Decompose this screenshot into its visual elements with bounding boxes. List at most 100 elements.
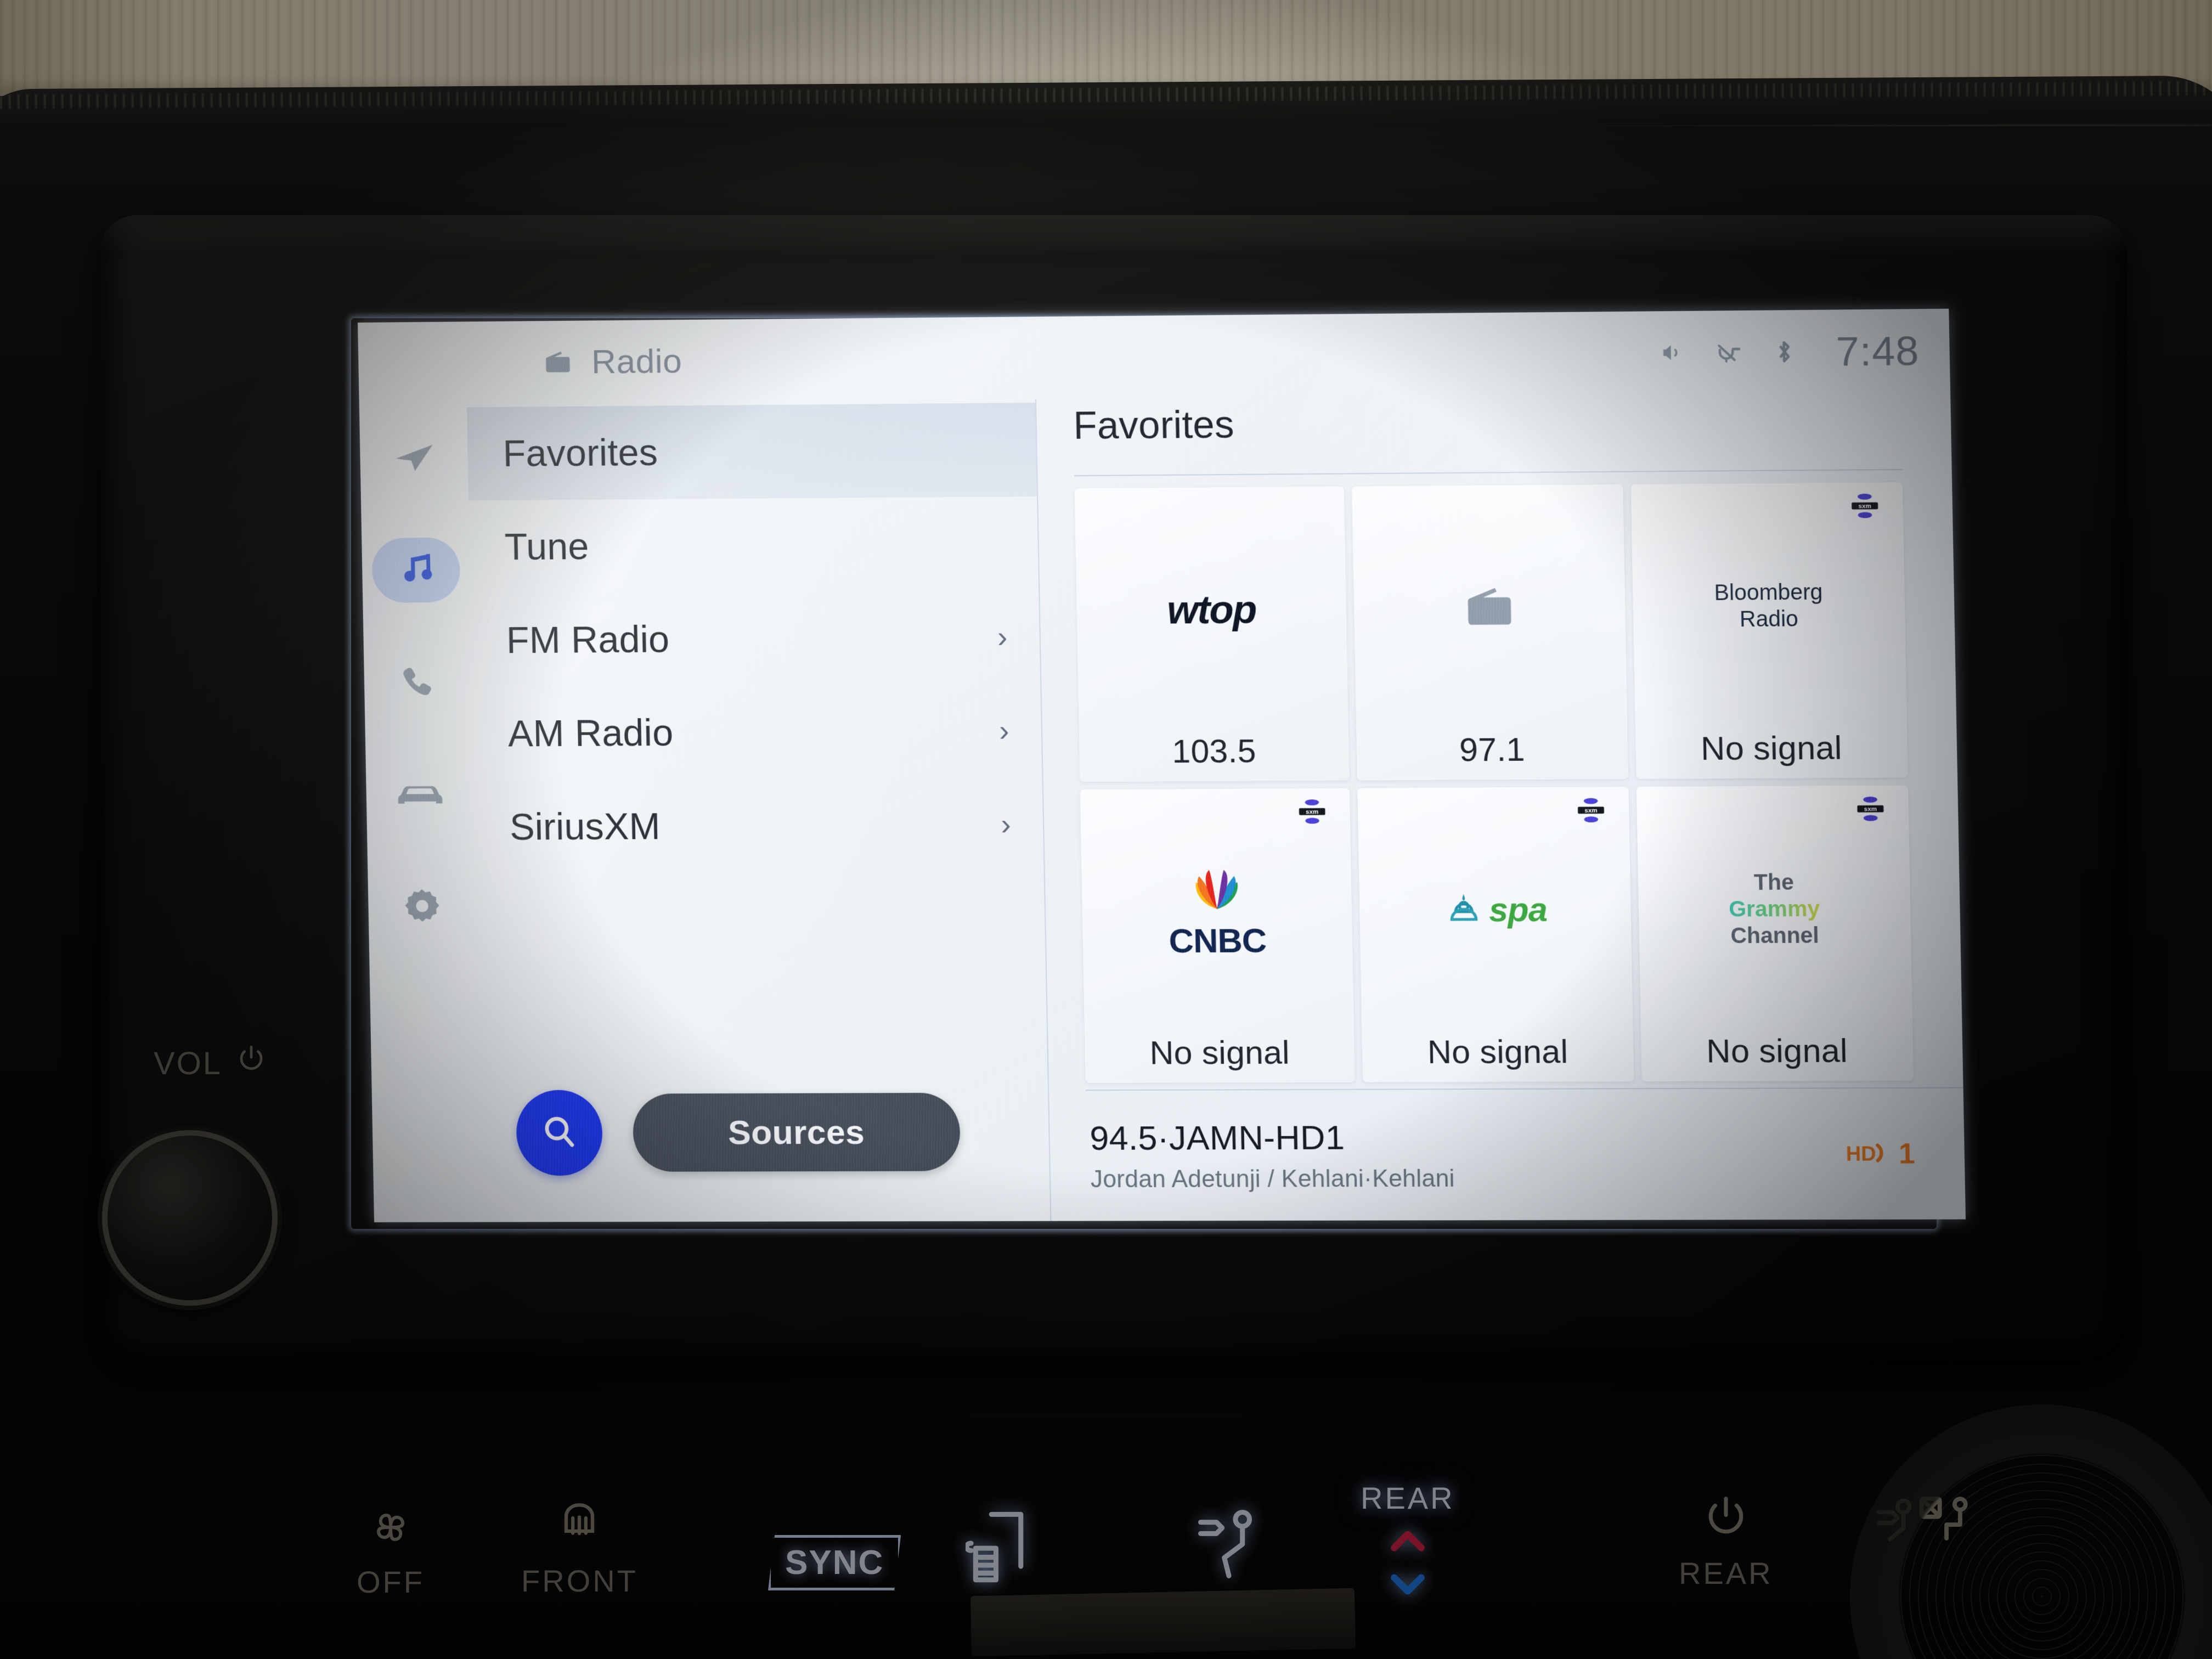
chevron-right-icon: › — [998, 714, 1009, 748]
menu-item-label: Tune — [504, 525, 590, 568]
fan-off-button[interactable]: OFF — [357, 1503, 425, 1600]
menu-item-tune[interactable]: Tune — [469, 496, 1039, 594]
sidebar-item-vehicle[interactable] — [372, 750, 468, 838]
seat-recline-button[interactable] — [1196, 1508, 1262, 1587]
volume-knob[interactable] — [108, 1136, 272, 1300]
svg-text:HD: HD — [1846, 1141, 1876, 1165]
screen-bezel-highlight — [100, 215, 2127, 253]
station-logo — [1352, 484, 1627, 731]
svg-text:sxm: sxm — [1584, 808, 1598, 814]
front-defrost-icon — [553, 1498, 606, 1553]
sources-button-label: Sources — [727, 1113, 865, 1152]
chevron-right-icon: › — [1000, 808, 1012, 842]
hvac-trim-slot — [970, 1588, 1356, 1657]
menu-item-label: FM Radio — [506, 618, 670, 662]
airflow-seat-icon — [964, 1508, 1067, 1587]
sidebar-item-settings[interactable] — [374, 862, 470, 950]
seat-recline-icon — [1196, 1508, 1262, 1587]
sidebar-item-media[interactable] — [368, 526, 464, 614]
station-caption: No signal — [1706, 1032, 1848, 1070]
search-icon — [538, 1110, 582, 1155]
menu-item-favorites[interactable]: Favorites — [466, 403, 1037, 501]
now-playing-subtitle: Jordan Adetunji / Kehlani·Kehlani — [1090, 1164, 1455, 1193]
station-caption: 103.5 — [1171, 732, 1257, 770]
menu-item-label: AM Radio — [507, 712, 674, 755]
source-title: Radio — [591, 342, 682, 381]
svg-text:sxm: sxm — [1864, 806, 1877, 812]
now-playing-bar[interactable]: 94.5·JAMN-HD1 Jordan Adetunji / Kehlani·… — [1085, 1087, 1966, 1221]
spa-ripple-icon — [1443, 893, 1485, 931]
sync-button[interactable]: SYNC — [768, 1535, 901, 1590]
infotainment-touchscreen[interactable]: Radio 7:48 Favorites Tune FM Radio › AM … — [358, 308, 1966, 1222]
chevron-right-icon: › — [997, 620, 1008, 654]
svg-text:sxm: sxm — [1306, 809, 1318, 815]
menu-item-label: Favorites — [502, 431, 658, 475]
cnbc-logo: CNBC — [1167, 861, 1267, 961]
rear-temp-down-icon[interactable] — [1387, 1569, 1428, 1602]
phone-icon — [396, 662, 439, 702]
sidebar-item-navigation[interactable] — [366, 414, 462, 502]
menu-item-fm-radio[interactable]: FM Radio › — [470, 590, 1040, 687]
svg-text:sxm: sxm — [1858, 503, 1871, 510]
sync-label: SYNC — [768, 1535, 901, 1590]
favorite-tile[interactable]: wtop 103.5 — [1074, 486, 1350, 782]
nbc-peacock-icon — [1195, 870, 1238, 909]
sxm-badge-icon: sxm — [1850, 492, 1880, 523]
favorites-pane: Favorites wtop 103.5 97.1 sxm Bloomberg … — [1036, 392, 1966, 1221]
favorites-grid: wtop 103.5 97.1 sxm Bloomberg Radio No s… — [1074, 470, 1963, 1090]
favorite-tile[interactable]: sxm The Grammy Channel No signal — [1636, 785, 1914, 1082]
sxm-badge-icon: sxm — [1297, 797, 1327, 829]
rear-power-label: REAR — [1679, 1556, 1773, 1590]
hd-channel-number: 1 — [1898, 1137, 1916, 1170]
spa-logo: spa — [1443, 889, 1547, 930]
rear-power-icon — [1701, 1492, 1751, 1545]
grammy-channel-logo: The Grammy Channel — [1728, 870, 1820, 948]
music-note-icon — [393, 549, 439, 592]
rear-temp-up-icon[interactable] — [1387, 1526, 1428, 1559]
front-defrost-label: FRONT — [521, 1564, 638, 1598]
cnbc-wordmark: CNBC — [1169, 922, 1267, 961]
sidebar-item-phone[interactable] — [370, 638, 466, 726]
car-icon — [394, 777, 445, 811]
radio-menu-list: Favorites Tune FM Radio › AM Radio › Sir… — [466, 399, 1047, 1064]
fan-off-label: OFF — [357, 1565, 425, 1599]
spa-wordmark: spa — [1488, 890, 1548, 929]
sources-button[interactable]: Sources — [632, 1092, 961, 1172]
favorite-tile[interactable]: 97.1 — [1352, 484, 1628, 781]
rear-power-button[interactable]: REAR — [1679, 1492, 1773, 1591]
search-button[interactable] — [515, 1090, 603, 1176]
menu-item-am-radio[interactable]: AM Radio › — [472, 684, 1042, 781]
radio-icon — [543, 346, 573, 379]
sxm-badge-icon: sxm — [1576, 795, 1606, 827]
sxm-badge-icon: sxm — [1855, 794, 1885, 826]
rear-temp-control[interactable]: REAR — [1361, 1480, 1455, 1602]
rear-temp-label: REAR — [1361, 1481, 1455, 1515]
voice-off-icon[interactable] — [1713, 336, 1743, 368]
fan-icon — [366, 1503, 415, 1554]
volume-label-text: VOL — [154, 1045, 223, 1081]
front-defrost-button[interactable]: FRONT — [521, 1498, 638, 1599]
airflow-mode-button[interactable] — [964, 1508, 1067, 1587]
bluetooth-icon[interactable] — [1769, 336, 1799, 368]
station-caption: 97.1 — [1459, 731, 1526, 769]
menu-item-siriusxm[interactable]: SiriusXM › — [473, 777, 1043, 874]
dashboard-photo: Radio 7:48 Favorites Tune FM Radio › AM … — [0, 0, 2212, 1659]
favorites-header: Favorites — [1073, 392, 1952, 475]
wtop-logo: wtop — [1166, 587, 1256, 633]
favorite-tile[interactable]: sxm CNBC No signal — [1080, 788, 1356, 1084]
bloomberg-radio-logo: Bloomberg Radio — [1714, 580, 1823, 631]
station-logo: wtop — [1075, 487, 1349, 733]
menu-item-label: SiriusXM — [509, 805, 661, 848]
volume-mute-icon[interactable] — [1657, 336, 1688, 369]
favorite-tile[interactable]: sxm Bloomberg Radio No signal — [1630, 482, 1908, 779]
status-bar: Radio 7:48 — [358, 309, 1950, 405]
favorite-tile[interactable]: sxm spa No signal — [1357, 787, 1634, 1082]
primary-nav-rail — [359, 404, 482, 1222]
now-playing-title: 94.5·JAMN-HD1 — [1089, 1118, 1345, 1158]
radio-menu-column: Favorites Tune FM Radio › AM Radio › Sir… — [466, 399, 1052, 1222]
hd-radio-icon: HD — [1844, 1136, 1893, 1173]
station-caption: No signal — [1427, 1032, 1568, 1071]
favorites-title: Favorites — [1073, 403, 1235, 447]
navigation-arrow-icon — [390, 439, 438, 478]
gear-icon — [400, 885, 444, 927]
